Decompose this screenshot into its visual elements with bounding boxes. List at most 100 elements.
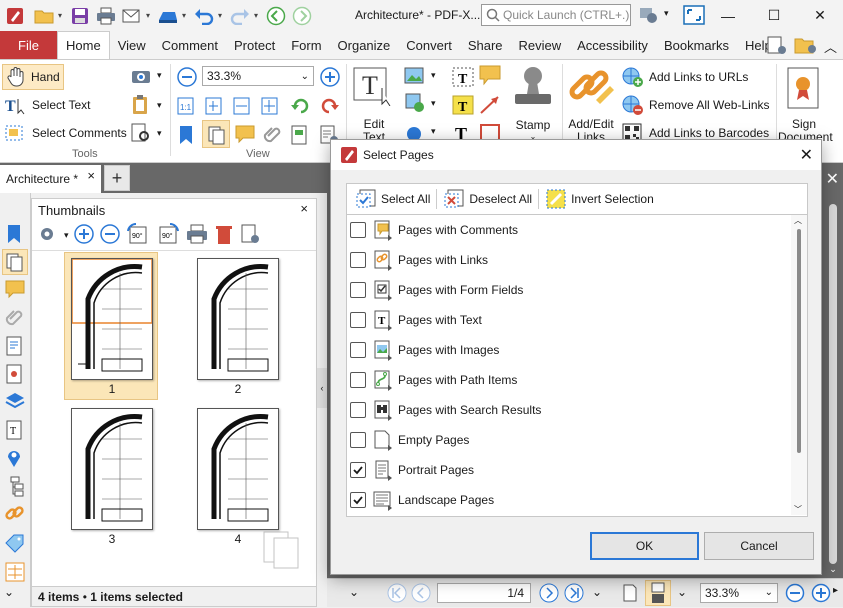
status-zoom-in-icon[interactable] [811, 583, 831, 606]
navigation-options-icon[interactable]: ⌄ [592, 585, 602, 599]
zoom-dropdown-icon[interactable]: ⌄ [301, 71, 313, 82]
page-thumbnail-4[interactable] [197, 408, 279, 530]
list-item[interactable]: Pages with Links [347, 245, 793, 275]
sign-document-icon[interactable] [784, 66, 824, 115]
tab-convert[interactable]: Convert [398, 31, 460, 59]
document-tab[interactable]: Architecture * × [0, 165, 101, 193]
find-icon[interactable] [130, 122, 150, 142]
destinations-icon[interactable] [4, 363, 26, 385]
more-panels-icon[interactable]: ⌄ [4, 585, 26, 607]
pages-panel-icon[interactable] [289, 124, 309, 145]
add-image-icon[interactable] [404, 66, 424, 86]
stamp-icon[interactable] [509, 66, 557, 115]
document-tab-close-icon[interactable]: × [87, 168, 95, 183]
thumbnail-options-icon[interactable] [36, 223, 60, 248]
location-pin-icon[interactable] [4, 447, 26, 469]
open-folder-icon[interactable] [32, 5, 56, 27]
typewriter-icon[interactable]: T [451, 66, 474, 87]
open-dropdown-icon[interactable]: ▾ [58, 11, 66, 20]
new-tab-button[interactable]: + [104, 165, 130, 191]
thumbnail-options-dropdown-icon[interactable]: ▾ [64, 230, 69, 241]
checkbox[interactable] [350, 402, 366, 418]
deselect-all-button[interactable]: Deselect All [439, 186, 536, 212]
list-item[interactable]: T Pages with Text [347, 305, 793, 335]
links-icon[interactable] [4, 503, 26, 525]
thumbnail-zoom-out-icon[interactable] [99, 223, 121, 248]
checkbox[interactable] [350, 372, 366, 388]
undo-dropdown-icon[interactable]: ▾ [218, 11, 226, 20]
redo-icon[interactable] [228, 5, 252, 27]
list-item[interactable]: Pages with Comments [347, 215, 793, 245]
rotate-pages-right-icon[interactable]: 90° [155, 222, 181, 248]
tab-view[interactable]: View [110, 31, 154, 59]
view-mode-dropdown-icon[interactable]: ⌄ [677, 585, 687, 599]
hand-tool-button[interactable]: Hand [2, 64, 64, 90]
zoom-slider-icon[interactable]: ▸ [833, 585, 838, 596]
dialog-close-icon[interactable]: ✕ [800, 145, 813, 165]
tab-home[interactable]: Home [57, 31, 110, 59]
tab-bookmarks[interactable]: Bookmarks [656, 31, 737, 59]
scroll-down-icon[interactable]: ﹀ [794, 504, 802, 515]
rotate-pages-left-icon[interactable]: 90° [125, 222, 151, 248]
arrow-tool-icon[interactable] [478, 94, 499, 114]
tab-review[interactable]: Review [511, 31, 570, 59]
bookmarks-panel-icon[interactable] [176, 124, 196, 144]
add-shape-icon[interactable] [404, 92, 424, 112]
checkbox[interactable] [350, 432, 366, 448]
single-page-view-icon[interactable] [621, 583, 639, 606]
list-scrollbar-thumb[interactable] [797, 229, 801, 453]
checkbox[interactable] [350, 282, 366, 298]
checkbox[interactable] [350, 222, 366, 238]
list-item[interactable]: Pages with Path Items [347, 365, 793, 395]
forward-icon[interactable] [290, 5, 314, 27]
stamp-button[interactable]: Stamp ⌄ [509, 118, 557, 141]
add-image-dropdown-icon[interactable]: ▾ [431, 70, 436, 81]
zoom-combo[interactable]: 33.3% ⌄ [202, 66, 314, 86]
checkbox[interactable] [350, 462, 366, 478]
back-icon[interactable] [264, 5, 288, 27]
select-comments-button[interactable]: Select Comments [4, 122, 127, 144]
page-thumbnail-1[interactable] [71, 258, 153, 380]
next-page-icon[interactable] [539, 583, 559, 606]
document-properties-icon[interactable] [766, 35, 788, 58]
status-zoom-dropdown-icon[interactable]: ⌄ [765, 584, 773, 602]
note-comment-icon[interactable] [478, 64, 501, 86]
attachments-panel-icon[interactable] [262, 124, 282, 144]
clipboard-dropdown-icon[interactable]: ▾ [157, 100, 162, 111]
layers-icon[interactable] [4, 391, 26, 413]
clipboard-icon[interactable] [130, 94, 150, 114]
status-zoom-out-icon[interactable] [785, 583, 805, 606]
invert-selection-button[interactable]: Invert Selection [541, 186, 658, 212]
content-icon[interactable] [4, 335, 26, 357]
page-number-input[interactable]: 1/4 [437, 583, 531, 603]
page-properties-icon[interactable] [239, 223, 263, 248]
redo-dropdown-icon[interactable]: ▾ [254, 11, 262, 20]
list-item[interactable]: Empty Pages [347, 425, 793, 455]
zoom-out-icon[interactable] [176, 66, 197, 87]
tab-comment[interactable]: Comment [154, 31, 226, 59]
tags-icon[interactable] [4, 533, 26, 555]
checkbox[interactable] [350, 252, 366, 268]
list-scrollbar[interactable]: ︿ ﹀ [791, 215, 807, 515]
close-document-icon[interactable]: ✕ [826, 169, 839, 189]
tab-accessibility[interactable]: Accessibility [569, 31, 656, 59]
add-links-to-urls-button[interactable]: Add Links to URLs [621, 66, 748, 88]
email-icon[interactable] [120, 5, 144, 27]
add-object-dropdown-icon[interactable]: ▾ [431, 126, 436, 137]
close-button[interactable]: ✕ [797, 0, 843, 31]
select-text-button[interactable]: T Select Text [4, 94, 90, 116]
print-icon[interactable] [94, 5, 118, 27]
quick-launch-search[interactable]: Quick Launch (CTRL+.) [481, 4, 631, 26]
list-item[interactable]: Portrait Pages [347, 455, 793, 485]
status-options-icon[interactable]: ⌄ [349, 585, 359, 599]
fit-page-icon[interactable] [204, 96, 224, 116]
maximize-button[interactable]: ☐ [751, 0, 797, 31]
fit-visible-icon[interactable] [260, 96, 280, 116]
last-page-icon[interactable] [564, 583, 584, 606]
snapshot-dropdown-icon[interactable]: ▾ [157, 70, 162, 81]
comments-panel-icon[interactable] [234, 124, 255, 144]
status-zoom-combo[interactable]: 33.3% ⌄ [700, 583, 778, 603]
thumbnail-zoom-in-icon[interactable] [73, 223, 95, 248]
signatures-icon[interactable]: T [4, 419, 26, 441]
list-item[interactable]: Pages with Search Results [347, 395, 793, 425]
